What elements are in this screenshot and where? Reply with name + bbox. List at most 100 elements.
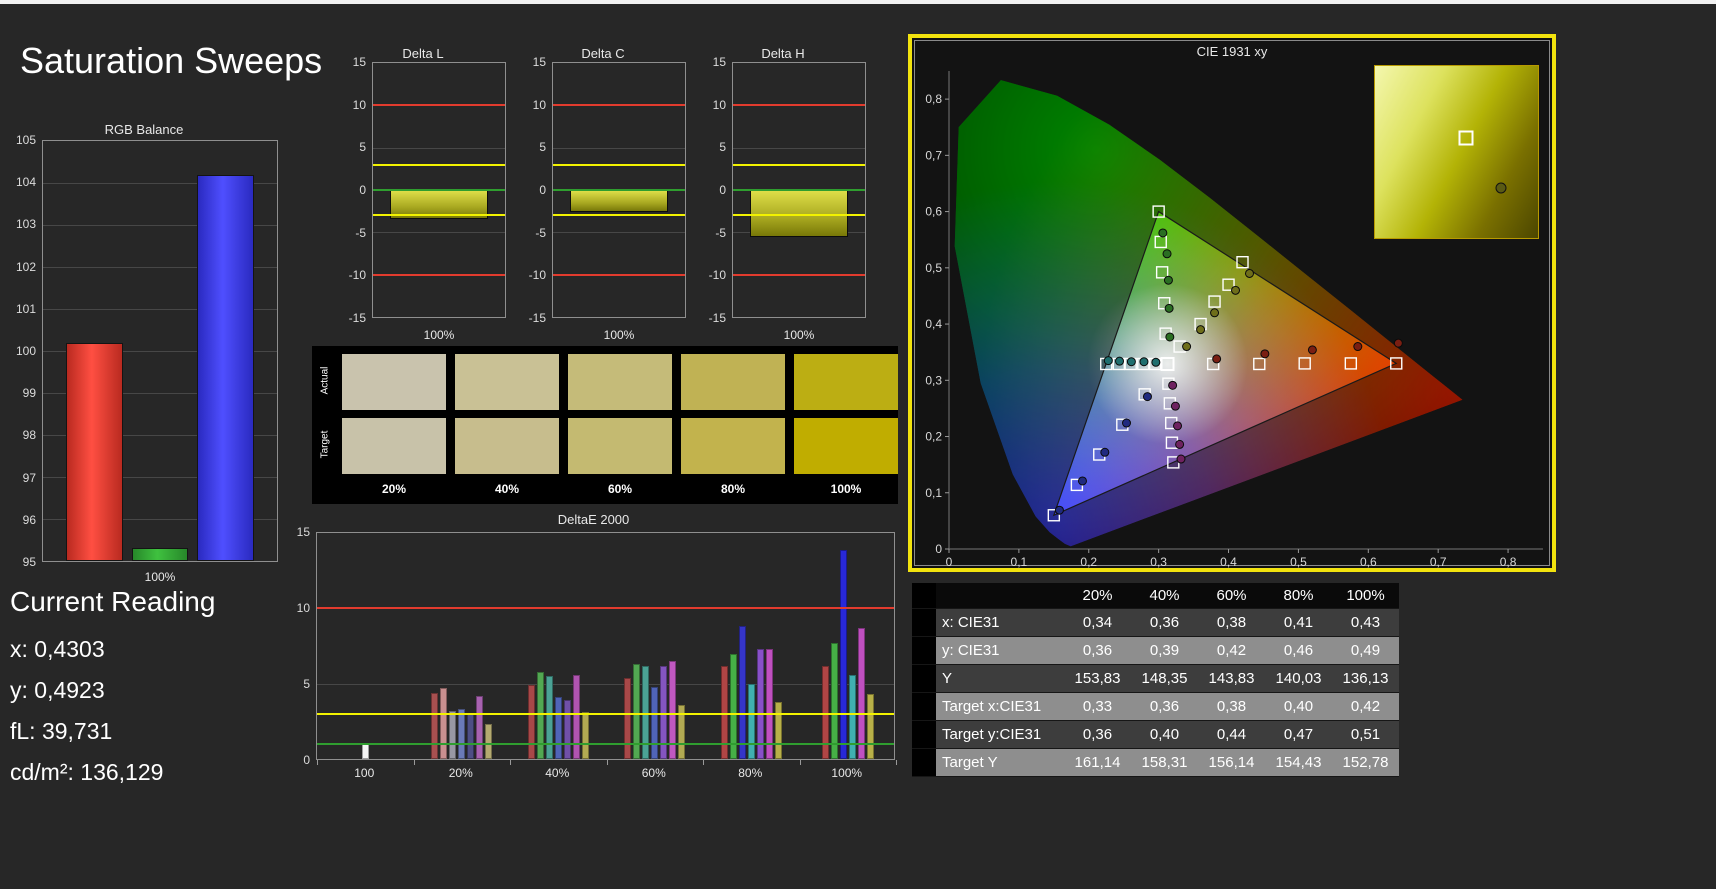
y-tick-label: 97	[22, 470, 36, 485]
swatch-target-40%	[455, 418, 559, 474]
y-tick-label: 105	[15, 133, 36, 147]
table-cell-value: 0,49	[1350, 642, 1381, 659]
y-tick-label: 15	[352, 55, 366, 69]
table-header-stub	[912, 583, 936, 608]
measured-point-red	[1260, 349, 1270, 359]
reference-line	[733, 189, 865, 191]
table-cell-value: 156,14	[1208, 754, 1255, 771]
rgb-balance-plot-area	[42, 140, 278, 562]
y-tick-label: 99	[22, 386, 36, 401]
y-axis-tick-label: 0,8	[925, 92, 942, 106]
deltae-bar	[747, 683, 755, 759]
y-tick-label: 10	[296, 601, 310, 615]
delta-h-x-label: 100%	[783, 328, 815, 342]
table-cell-value: 148,35	[1141, 670, 1188, 687]
measured-point-yellow	[1210, 308, 1220, 318]
table-cell-value: 0,38	[1216, 614, 1247, 631]
measured-point-blue	[1142, 392, 1152, 402]
reference-line	[373, 214, 505, 217]
measurement-results-table[interactable]: 20% 40% 60% 80% 100% x: CIE31 0,34 0,36 0,38 0,41…	[912, 583, 1399, 777]
x-tick-mark	[413, 760, 415, 765]
actual-target-swatch-panel[interactable]: Actual Target 20% 40% 60% 80% 100%	[312, 346, 898, 504]
table-row-stub	[912, 637, 936, 664]
measured-point-green	[1163, 275, 1173, 285]
y-tick-label: 5	[719, 140, 726, 155]
rgb-balance-chart[interactable]: RGB Balance 100% 95 96 97 98 99 100 101 102 103 1…	[6, 122, 282, 584]
table-cell-value: 0,36	[1082, 726, 1113, 743]
y-tick-label: -10	[708, 268, 726, 283]
y-tick-label: -15	[528, 311, 546, 325]
x-group-label: 80%	[738, 766, 763, 780]
y-tick-label: 96	[22, 512, 36, 527]
swatch-actual-60%	[568, 354, 672, 410]
deltae-2000-chart[interactable]: DeltaE 2000 0 5 10 15 100 20% 40% 60% 80% 100%	[288, 512, 899, 784]
table-cell-value: 143,83	[1208, 670, 1255, 687]
table-row-stub	[912, 693, 936, 720]
table-cell-value: 0,46	[1283, 642, 1314, 659]
swatch-column-label: 60%	[607, 482, 633, 496]
reference-line	[553, 163, 685, 166]
cie-1931-chart[interactable]: CIE 1931 xy 0 0,1 0,2 0,3 0,4 0,5 0,6 0,7 0,8 0 0,…	[908, 34, 1556, 572]
deltae-bar	[554, 697, 562, 759]
grid-line	[317, 683, 894, 685]
table-cell-value: 0,41	[1283, 614, 1314, 631]
delta-l-plot-area	[372, 62, 506, 318]
x-group-label: 20%	[448, 766, 473, 780]
current-reading-value: y: 0,4923	[10, 677, 105, 703]
deltae2000-plot-area	[316, 532, 897, 765]
measured-point-cyan	[1151, 357, 1161, 367]
deltae-bar	[476, 695, 484, 759]
table-cell-value: 0,43	[1350, 614, 1381, 631]
y-tick-label: -10	[528, 268, 546, 283]
measured-point-green	[1158, 228, 1168, 238]
deltae-bar	[563, 700, 571, 759]
deltae-bar	[458, 709, 466, 759]
table-row-stub	[912, 749, 936, 776]
table-header-cell: 60%	[1216, 587, 1247, 604]
table-row: Y 153,83 148,35 143,83 140,03 136,13	[912, 665, 1399, 693]
deltae-bar	[651, 686, 659, 759]
current-reading-block: Current Reading x: 0,4303 y: 0,4923 fL: 39…	[10, 586, 290, 800]
delta-h-chart[interactable]: Delta H 100% -15 -10 -5 0 5 10 15	[696, 46, 870, 342]
table-cell-value: 154,43	[1275, 754, 1322, 771]
rgb-balance-x-label: 100%	[144, 570, 176, 584]
x-axis-tick-label: 0,1	[1011, 555, 1028, 569]
swatch-actual-80%	[681, 354, 785, 410]
table-cell-value: 0,44	[1216, 726, 1247, 743]
y-tick-label: 0	[359, 183, 366, 197]
table-cell-value: 0,36	[1149, 614, 1180, 631]
swatch-row-label: Target	[319, 430, 331, 459]
x-group-label: 100	[354, 766, 375, 780]
delta-l-chart[interactable]: Delta L 100% -15 -10 -5 0 5 10 15	[336, 46, 510, 342]
table-row-stub	[912, 609, 936, 636]
deltae-bar	[624, 677, 632, 759]
measured-point-cyan	[1139, 357, 1149, 367]
y-tick-label: -5	[355, 225, 366, 240]
delta-c-chart[interactable]: Delta C 100% -15 -10 -5 0 5 10 15	[516, 46, 690, 342]
y-tick-label: 0	[719, 183, 726, 197]
measured-point-blue	[1122, 418, 1132, 428]
delta-h-bar	[750, 190, 848, 237]
reference-line	[553, 273, 685, 276]
measured-point-magenta	[1168, 380, 1178, 390]
reference-line	[733, 273, 865, 276]
x-axis-tick-label: 0,7	[1430, 555, 1447, 569]
reference-line	[373, 189, 505, 191]
rgb-bar-green	[131, 548, 189, 561]
delta-c-bar	[570, 190, 668, 212]
swatch-actual-40%	[455, 354, 559, 410]
deltae-bar	[527, 685, 535, 759]
table-row-stub	[912, 665, 936, 692]
y-tick-label: 15	[296, 525, 310, 539]
table-header-cell: 80%	[1283, 587, 1314, 604]
swatch-column-label: 20%	[381, 482, 407, 496]
current-reading-values: x: 0,4303 y: 0,4923 fL: 39,731 cd/m²: 136,1…	[10, 636, 290, 786]
inset-marker-circle	[1495, 182, 1506, 194]
measured-point-cyan	[1126, 357, 1136, 367]
deltae-bar	[449, 710, 457, 759]
swatch-actual-100%	[794, 354, 898, 410]
x-axis-tick-label: 0,2	[1080, 555, 1097, 569]
reference-line	[373, 163, 505, 166]
measured-point-yellow	[1231, 285, 1241, 295]
table-row-label: Target x:CIE31	[942, 698, 1042, 715]
